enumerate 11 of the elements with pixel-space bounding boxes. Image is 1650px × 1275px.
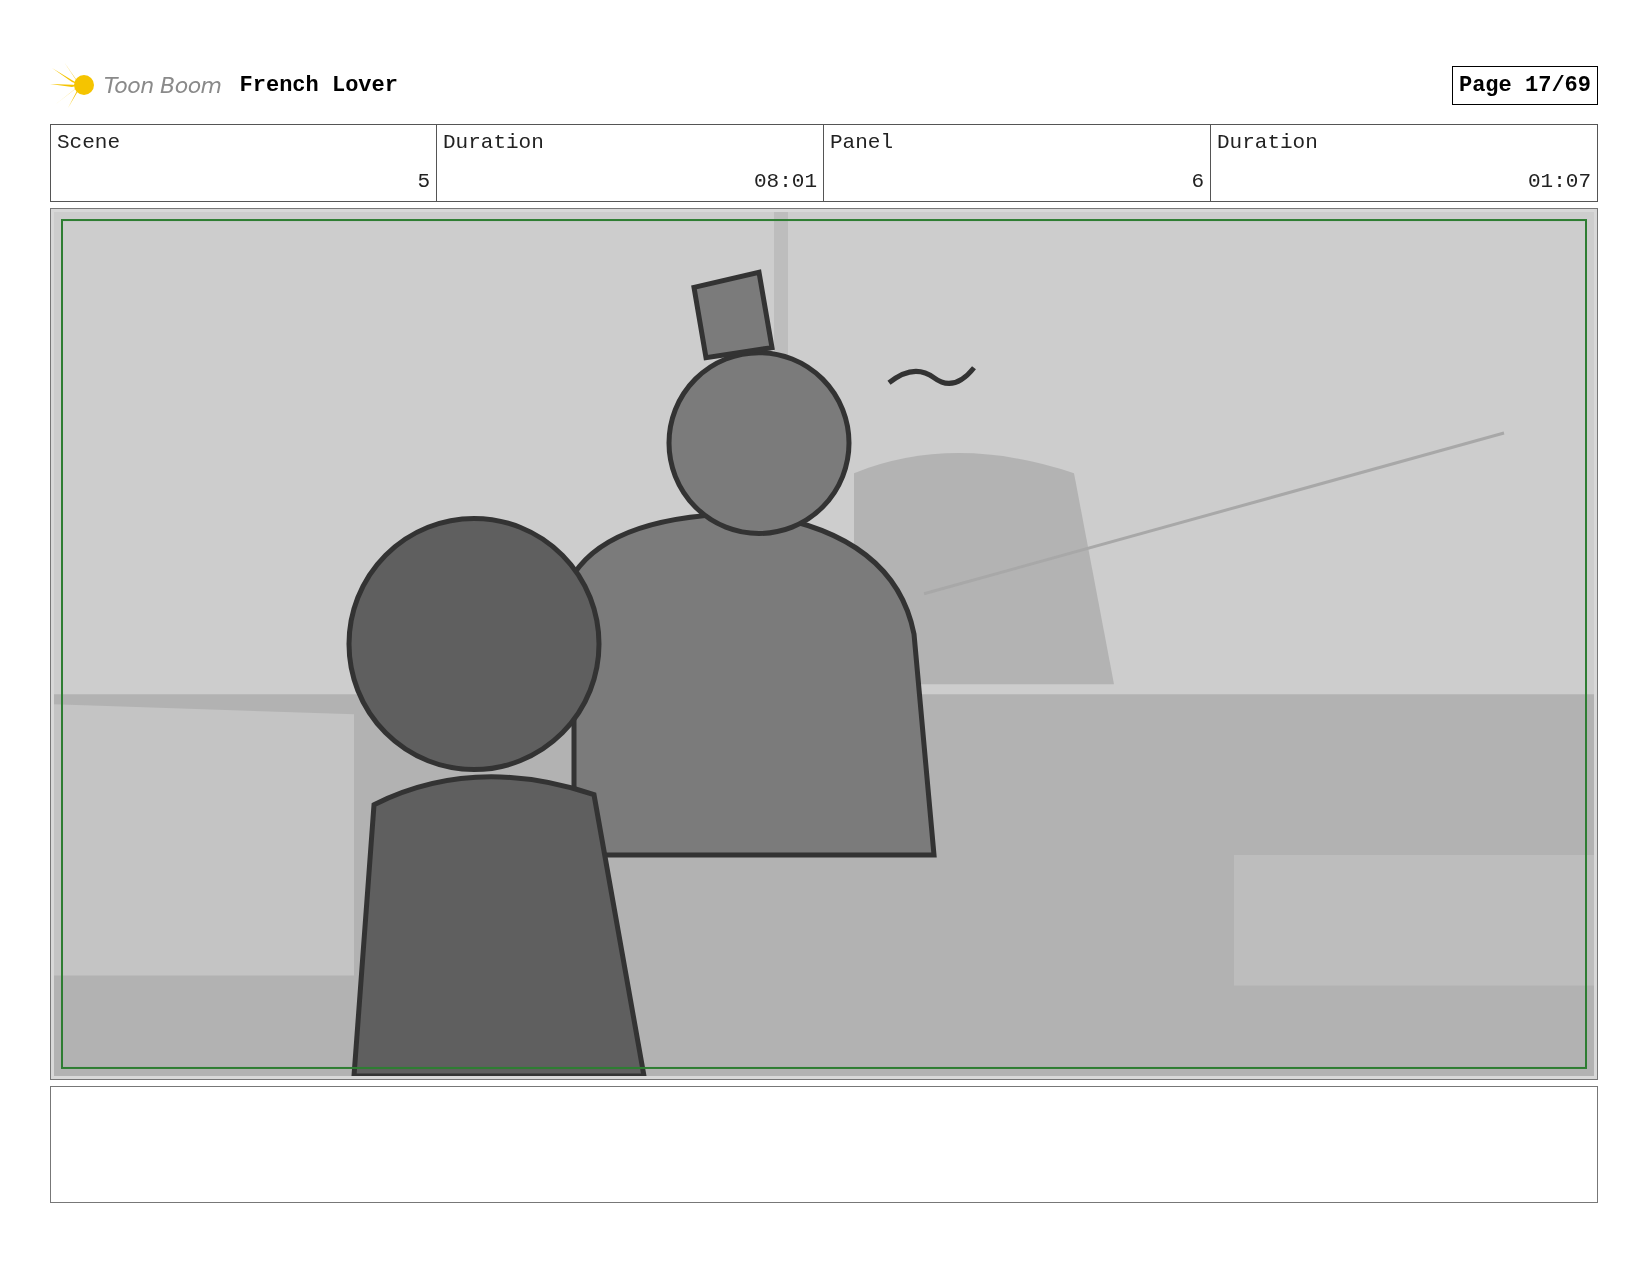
column-header: Scene [57, 131, 120, 154]
page-number: Page 17/69 [1451, 65, 1598, 105]
column-value: 6 [1190, 170, 1204, 193]
column-header: Panel [830, 131, 893, 154]
column-header: Duration [1217, 131, 1318, 154]
storyboard-title: French Lover [239, 72, 399, 98]
logo-text: Toon Boom [104, 72, 222, 98]
column-header: Duration [443, 131, 544, 154]
column-value: 08:01 [753, 170, 817, 193]
column-value: 01:07 [1527, 170, 1591, 193]
column-value: 5 [416, 170, 430, 193]
